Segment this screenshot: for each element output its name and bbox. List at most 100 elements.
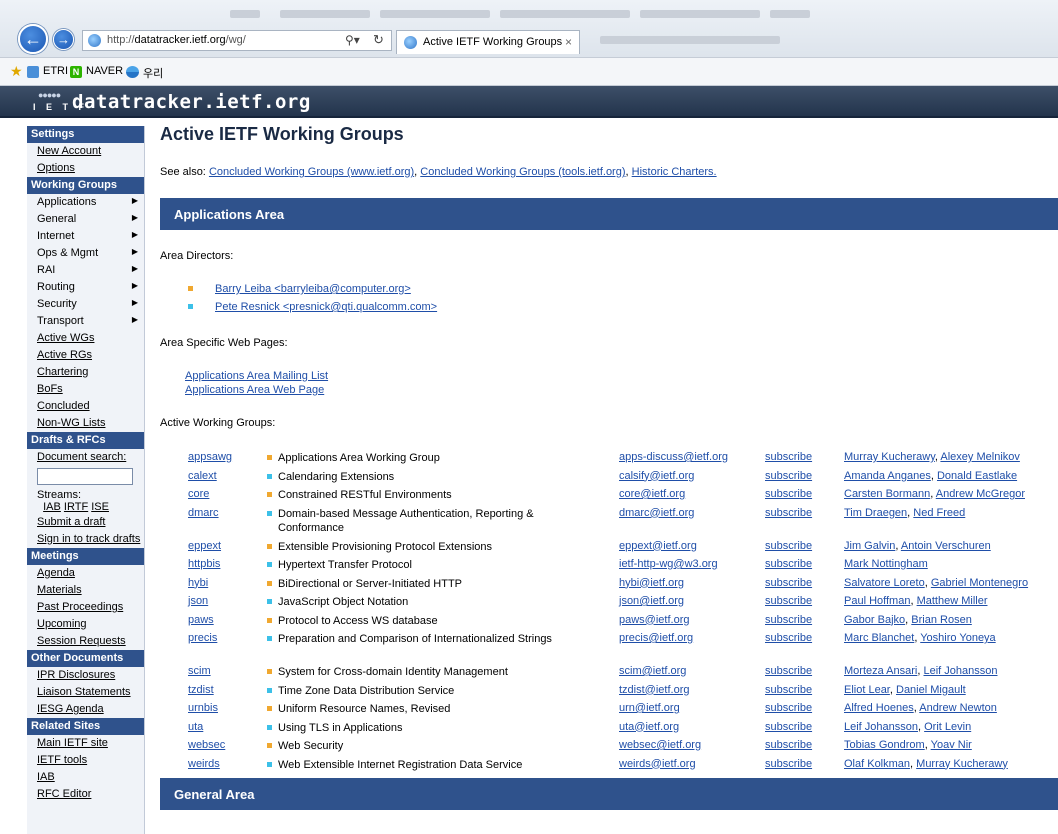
- chair-link[interactable]: Jim Galvin: [844, 540, 895, 552]
- sidebar-item-main-ietf-site[interactable]: Main IETF site: [27, 735, 144, 752]
- wg-acronym-link[interactable]: precis: [188, 632, 217, 644]
- link-historic-charters[interactable]: Historic Charters.: [632, 166, 717, 178]
- sidebar-item-ops-mgmt[interactable]: Ops & Mgmt ▶: [27, 245, 144, 262]
- wg-mailing-list-link[interactable]: scim@ietf.org: [619, 665, 686, 677]
- chair-link[interactable]: Andrew McGregor: [936, 488, 1025, 500]
- wg-subscribe-link[interactable]: subscribe: [765, 614, 812, 626]
- chair-link[interactable]: Yoav Nir: [931, 739, 972, 751]
- sidebar-item-iab[interactable]: IAB: [27, 769, 144, 786]
- chair-link[interactable]: Andrew Newton: [919, 702, 997, 714]
- chair-link[interactable]: Leif Johansson: [844, 721, 918, 733]
- wg-acronym-link[interactable]: eppext: [188, 540, 221, 552]
- bookmark-woori[interactable]: 우리: [143, 65, 163, 81]
- sidebar-item-transport[interactable]: Transport ▶: [27, 313, 144, 330]
- wg-acronym-link[interactable]: paws: [188, 614, 214, 626]
- bookmark-naver[interactable]: NAVER: [86, 65, 123, 77]
- sidebar-item-submit-draft[interactable]: Submit a draft: [27, 514, 144, 531]
- wg-acronym-link[interactable]: hybi: [188, 577, 208, 589]
- wg-mailing-list-link[interactable]: tzdist@ietf.org: [619, 684, 689, 696]
- wg-subscribe-link[interactable]: subscribe: [765, 488, 812, 500]
- sidebar-item-ipr-disclosures[interactable]: IPR Disclosures: [27, 667, 144, 684]
- wg-acronym-link[interactable]: calext: [188, 470, 217, 482]
- chair-link[interactable]: Orit Levin: [924, 721, 971, 733]
- site-title[interactable]: datatracker.ietf.org: [72, 91, 311, 113]
- wg-subscribe-link[interactable]: subscribe: [765, 665, 812, 677]
- wg-mailing-list-link[interactable]: calsify@ietf.org: [619, 470, 694, 482]
- sidebar-item-concluded[interactable]: Concluded: [27, 398, 144, 415]
- chair-link[interactable]: Donald Eastlake: [937, 470, 1017, 482]
- wg-acronym-link[interactable]: tzdist: [188, 684, 214, 696]
- link-concluded-wgs-tools[interactable]: Concluded Working Groups (tools.ietf.org…: [420, 166, 625, 178]
- wg-subscribe-link[interactable]: subscribe: [765, 470, 812, 482]
- wg-subscribe-link[interactable]: subscribe: [765, 507, 812, 519]
- back-button[interactable]: ←: [18, 24, 48, 54]
- wg-mailing-list-link[interactable]: hybi@ietf.org: [619, 577, 684, 589]
- chair-link[interactable]: Murray Kucherawy: [916, 758, 1008, 770]
- director-link[interactable]: Barry Leiba <barryleiba@computer.org>: [215, 283, 411, 295]
- sidebar-item-options[interactable]: Options: [27, 160, 144, 177]
- wg-subscribe-link[interactable]: subscribe: [765, 702, 812, 714]
- sidebar-item-rai[interactable]: RAI ▶: [27, 262, 144, 279]
- bookmark-etri[interactable]: ETRI: [43, 65, 68, 77]
- wg-acronym-link[interactable]: appsawg: [188, 451, 232, 463]
- browser-tab[interactable]: Active IETF Working Groups ×: [396, 30, 580, 54]
- sidebar-item-active-wgs[interactable]: Active WGs: [27, 330, 144, 347]
- sidebar-item-upcoming[interactable]: Upcoming: [27, 616, 144, 633]
- sidebar-item-document-search[interactable]: Document search:: [27, 449, 144, 466]
- chair-link[interactable]: Antoin Verschuren: [901, 540, 991, 552]
- wg-mailing-list-link[interactable]: paws@ietf.org: [619, 614, 689, 626]
- chair-link[interactable]: Amanda Anganes: [844, 470, 931, 482]
- chair-link[interactable]: Tim Draegen: [844, 507, 907, 519]
- sidebar-item-iesg-agenda[interactable]: IESG Agenda: [27, 701, 144, 718]
- wg-subscribe-link[interactable]: subscribe: [765, 558, 812, 570]
- forward-button[interactable]: →: [53, 29, 74, 50]
- chair-link[interactable]: Marc Blanchet: [844, 632, 914, 644]
- wg-acronym-link[interactable]: core: [188, 488, 209, 500]
- link-area-mailing-list[interactable]: Applications Area Mailing List: [185, 370, 328, 382]
- stream-link-iab[interactable]: IAB: [43, 501, 61, 513]
- wg-mailing-list-link[interactable]: core@ietf.org: [619, 488, 685, 500]
- link-area-web-page[interactable]: Applications Area Web Page: [185, 384, 324, 396]
- sidebar-item-internet[interactable]: Internet ▶: [27, 228, 144, 245]
- link-concluded-wgs-www[interactable]: Concluded Working Groups (www.ietf.org): [209, 166, 414, 178]
- wg-mailing-list-link[interactable]: urn@ietf.org: [619, 702, 680, 714]
- sidebar-item-non-wg-lists[interactable]: Non-WG Lists: [27, 415, 144, 432]
- wg-mailing-list-link[interactable]: apps-discuss@ietf.org: [619, 451, 728, 463]
- chair-link[interactable]: Yoshiro Yoneya: [920, 632, 995, 644]
- wg-acronym-link[interactable]: urnbis: [188, 702, 218, 714]
- stream-link-irtf[interactable]: IRTF: [64, 501, 88, 513]
- wg-subscribe-link[interactable]: subscribe: [765, 721, 812, 733]
- chair-link[interactable]: Matthew Miller: [917, 595, 988, 607]
- sidebar-item-materials[interactable]: Materials: [27, 582, 144, 599]
- chair-link[interactable]: Salvatore Loreto: [844, 577, 925, 589]
- refresh-icon[interactable]: ↻: [373, 32, 384, 48]
- wg-acronym-link[interactable]: websec: [188, 739, 225, 751]
- sidebar-item-new-account[interactable]: New Account: [27, 143, 144, 160]
- director-link[interactable]: Pete Resnick <presnick@qti.qualcomm.com>: [215, 301, 437, 313]
- wg-acronym-link[interactable]: uta: [188, 721, 203, 733]
- chair-link[interactable]: Paul Hoffman: [844, 595, 910, 607]
- sidebar-item-past-proceedings[interactable]: Past Proceedings: [27, 599, 144, 616]
- wg-acronym-link[interactable]: json: [188, 595, 208, 607]
- chair-link[interactable]: Ned Freed: [913, 507, 965, 519]
- chair-link[interactable]: Alfred Hoenes: [844, 702, 914, 714]
- document-search-input[interactable]: [37, 468, 133, 485]
- chair-link[interactable]: Murray Kucherawy: [844, 451, 935, 463]
- wg-mailing-list-link[interactable]: websec@ietf.org: [619, 739, 701, 751]
- wg-subscribe-link[interactable]: subscribe: [765, 632, 812, 644]
- sidebar-item-applications[interactable]: Applications ▶: [27, 194, 144, 211]
- chair-link[interactable]: Tobias Gondrom: [844, 739, 925, 751]
- sidebar-item-general[interactable]: General ▶: [27, 211, 144, 228]
- chair-link[interactable]: Gabor Bajko: [844, 614, 905, 626]
- wg-mailing-list-link[interactable]: weirds@ietf.org: [619, 758, 696, 770]
- sidebar-item-active-rgs[interactable]: Active RGs: [27, 347, 144, 364]
- sidebar-item-ietf-tools[interactable]: IETF tools: [27, 752, 144, 769]
- wg-mailing-list-link[interactable]: precis@ietf.org: [619, 632, 693, 644]
- wg-subscribe-link[interactable]: subscribe: [765, 595, 812, 607]
- chair-link[interactable]: Mark Nottingham: [844, 558, 928, 570]
- wg-subscribe-link[interactable]: subscribe: [765, 540, 812, 552]
- sidebar-item-session-requests[interactable]: Session Requests: [27, 633, 144, 650]
- wg-mailing-list-link[interactable]: dmarc@ietf.org: [619, 507, 694, 519]
- chair-link[interactable]: Alexey Melnikov: [940, 451, 1019, 463]
- wg-subscribe-link[interactable]: subscribe: [765, 758, 812, 770]
